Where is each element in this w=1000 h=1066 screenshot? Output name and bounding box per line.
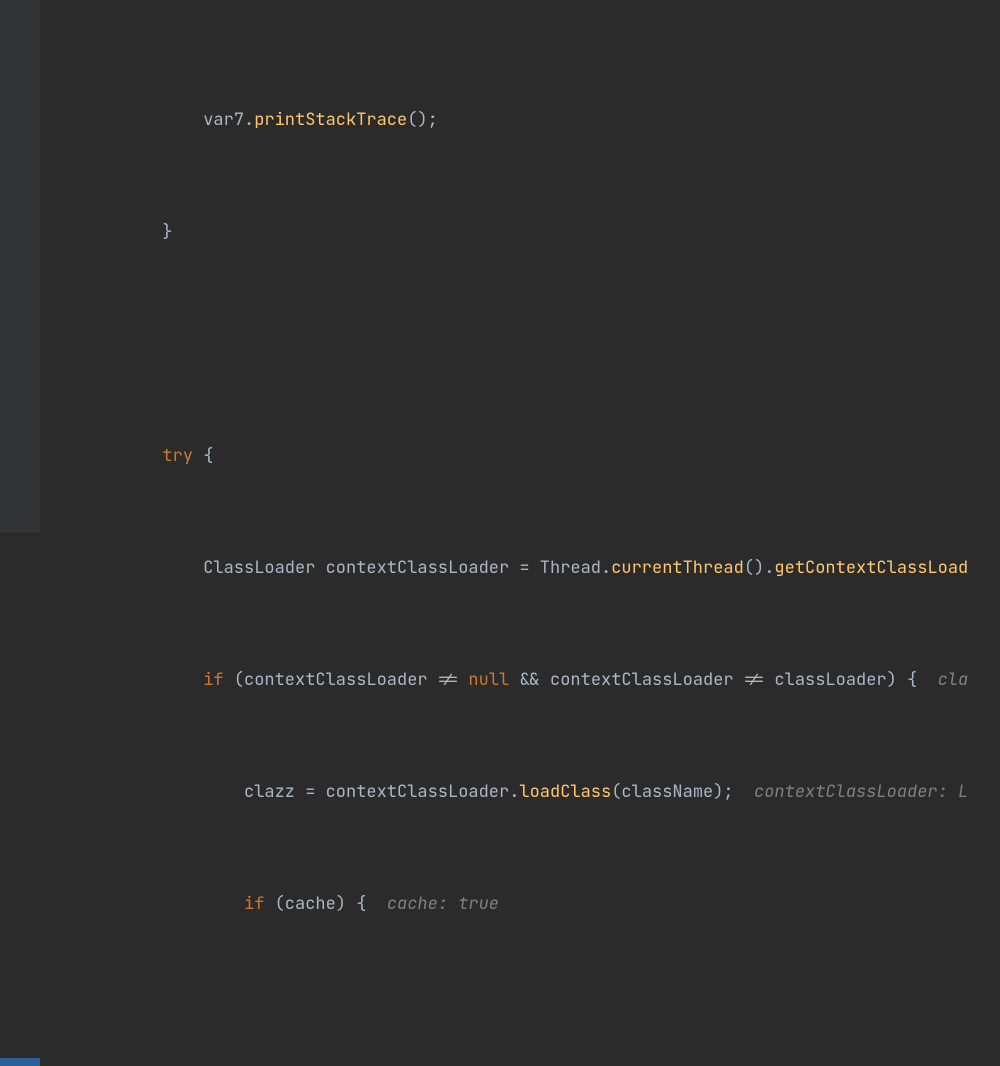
code-line[interactable]: if (cache) { cache: true bbox=[40, 890, 1000, 918]
code-editor[interactable]: var7.printStackTrace(); } try { ClassLoa… bbox=[0, 0, 1000, 533]
code-area[interactable]: var7.printStackTrace(); } try { ClassLoa… bbox=[40, 0, 1000, 1066]
code-line[interactable]: ClassLoader contextClassLoader = Thread.… bbox=[40, 554, 1000, 582]
code-line[interactable]: } bbox=[40, 218, 1000, 246]
execution-line[interactable]: mappings.put(className, clazz); classNam… bbox=[40, 1002, 1000, 1030]
code-line[interactable]: var7.printStackTrace(); bbox=[40, 106, 1000, 134]
code-line[interactable]: if (contextClassLoader != null && contex… bbox=[40, 666, 1000, 694]
editor-gutter bbox=[0, 0, 40, 533]
code-line[interactable]: clazz = contextClassLoader.loadClass(cla… bbox=[40, 778, 1000, 806]
code-line[interactable]: try { bbox=[40, 442, 1000, 470]
code-line[interactable] bbox=[40, 330, 1000, 358]
execution-gutter-highlight bbox=[0, 1058, 40, 1066]
